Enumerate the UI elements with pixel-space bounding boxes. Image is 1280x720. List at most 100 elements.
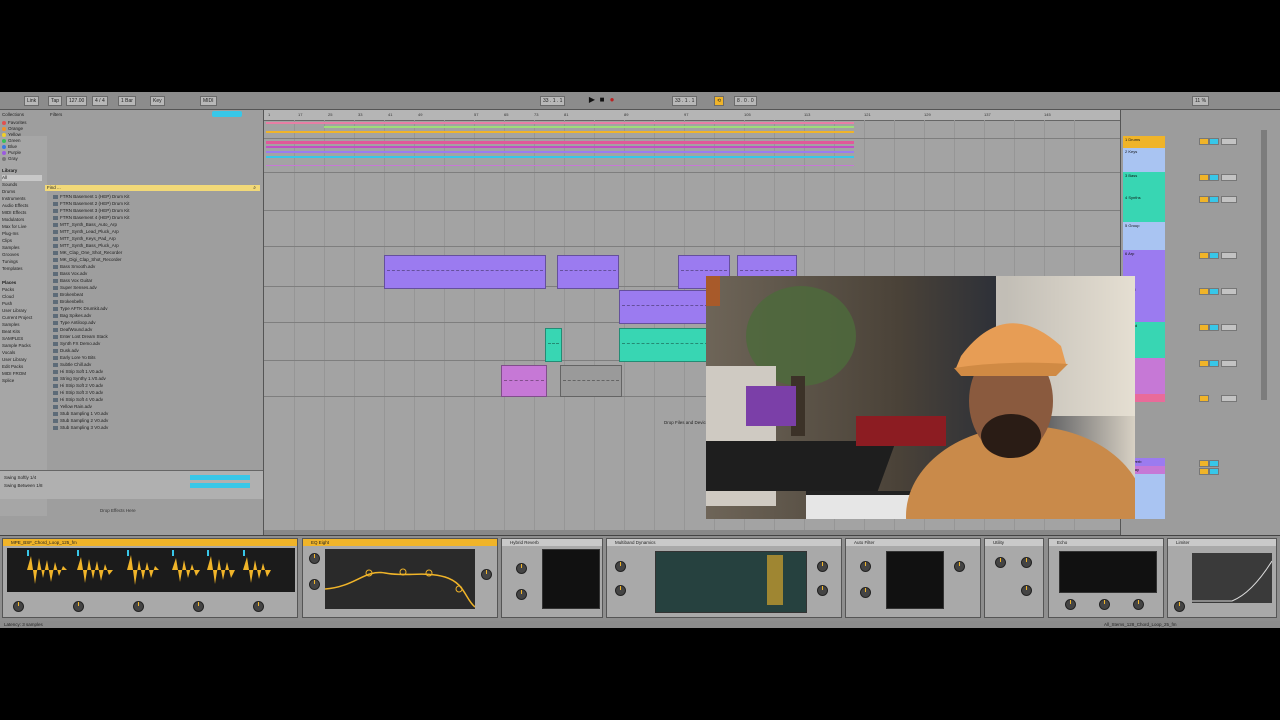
tempo-field[interactable]: 127.00 <box>66 96 88 106</box>
groove-row[interactable]: Swing Softly 1/4 <box>4 475 36 480</box>
list-item[interactable]: Bag Spikes.adv <box>53 313 91 319</box>
list-item[interactable]: Bass Smooth.adv <box>53 264 95 270</box>
dry-wet-knob[interactable] <box>1133 599 1144 610</box>
track-activator[interactable] <box>1199 196 1209 203</box>
list-item[interactable]: Bass Vox.adv <box>53 271 87 277</box>
auto-tags-toggle[interactable] <box>212 111 242 117</box>
track-activator[interactable] <box>1199 324 1209 331</box>
attack-knob[interactable] <box>193 601 204 612</box>
list-item[interactable]: FTRN Basement 1 (HEP) Drum Kit <box>53 194 130 200</box>
sidebar-item-packs[interactable]: Packs <box>2 287 14 293</box>
sidebar-item-splice[interactable]: Splice <box>2 378 14 384</box>
sidebar-item-edit-packs[interactable]: Edit Packs <box>2 364 23 370</box>
midi-clip[interactable] <box>384 255 546 289</box>
feedback-knob[interactable] <box>1065 599 1076 610</box>
list-item[interactable]: Stub Sampling 1 V0.adv <box>53 411 108 417</box>
solo-button[interactable] <box>1209 360 1219 367</box>
list-item[interactable]: Subtle Chill.adv <box>53 362 91 368</box>
list-item[interactable]: DeafWound.adv <box>53 327 92 333</box>
clip-strip[interactable] <box>266 131 854 133</box>
audio-clip[interactable] <box>545 328 562 362</box>
delay-knob[interactable] <box>1099 599 1110 610</box>
ceiling-knob[interactable] <box>1174 601 1185 612</box>
clip-strip[interactable] <box>266 151 854 153</box>
loop-toggle[interactable]: ⟲ <box>714 96 725 106</box>
list-item[interactable]: MTT_Synth_Bass_Pluck_Arp <box>53 243 119 249</box>
list-item[interactable]: MTT_Synth_Lead_Pluck_Arp <box>53 229 119 235</box>
sidebar-item-current-project[interactable]: Current Project <box>2 315 32 321</box>
loop-start-field[interactable]: 33 . 1 . 1 <box>672 96 698 106</box>
volume-field[interactable] <box>1221 174 1237 181</box>
device-title[interactable]: Hybrid Reverb <box>502 539 602 546</box>
audio-clip[interactable] <box>619 328 711 362</box>
sidebar-item-user-library-2[interactable]: User Library <box>2 357 27 363</box>
volume-field[interactable] <box>1221 138 1237 145</box>
list-item[interactable]: FTRN Basement 2 (HEP) Drum Kit <box>53 201 130 207</box>
release-knob[interactable] <box>253 601 264 612</box>
clip-strip[interactable] <box>266 165 854 166</box>
sidebar-item-grooves[interactable]: Grooves <box>2 252 19 258</box>
groove-amount-slider[interactable] <box>190 483 250 488</box>
device-title[interactable]: Limiter <box>1168 539 1276 546</box>
utility-device[interactable]: Utility <box>984 538 1044 618</box>
transpose-knob[interactable] <box>73 601 84 612</box>
sidebar-item-audio-effects[interactable]: Audio Effects <box>2 203 28 209</box>
sidebar-item-drums[interactable]: Drums <box>2 189 15 195</box>
search-icon[interactable]: ⌕ <box>253 185 256 191</box>
frequency-knob[interactable] <box>309 553 320 564</box>
device-title[interactable]: Multiband Dynamics <box>607 539 841 546</box>
list-item[interactable]: Stub Sampling 3 V0.adv <box>53 425 108 431</box>
track-header[interactable]: 1 Drums <box>1123 136 1165 148</box>
solo-button[interactable] <box>1209 138 1219 145</box>
sidebar-item-gray[interactable]: Gray <box>2 156 18 162</box>
gain-knob[interactable] <box>309 579 320 590</box>
decay-knob[interactable] <box>516 563 527 574</box>
sidebar-item-vocals[interactable]: Vocals <box>2 350 15 356</box>
list-item[interactable]: FTRN Basement 3 (HEP) Drum Kit <box>53 208 130 214</box>
list-item[interactable]: MK_Digi_Clap_Shot_Recorder <box>53 257 122 263</box>
track-header[interactable]: 2 Keys <box>1123 148 1165 172</box>
filter-knob[interactable] <box>133 601 144 612</box>
audio-clip[interactable] <box>560 365 622 397</box>
volume-field[interactable] <box>1221 324 1237 331</box>
tap-button[interactable]: Tap <box>48 96 63 106</box>
list-item[interactable]: Dusk.adv <box>53 348 79 354</box>
sidebar-item-cloud[interactable]: Cloud <box>2 294 14 300</box>
band-threshold-bar[interactable] <box>767 555 783 605</box>
solo-button[interactable] <box>1209 252 1219 259</box>
list-item[interactable]: FTRN Basement 4 (HEP) Drum Kit <box>53 215 130 221</box>
sidebar-item-sample-packs[interactable]: Sample Packs <box>2 343 31 349</box>
track-activator[interactable] <box>1199 288 1209 295</box>
list-item[interactable]: Brokenbeat <box>53 292 83 298</box>
width-knob[interactable] <box>995 557 1006 568</box>
list-item[interactable]: Hi Strip Soft 3 V0.adv <box>53 390 103 396</box>
solo-button[interactable] <box>1209 468 1219 475</box>
track-header[interactable]: 4 Synths <box>1123 194 1165 222</box>
clip-strip[interactable] <box>324 126 854 128</box>
track-activator[interactable] <box>1199 460 1209 467</box>
device-title[interactable]: Auto Filter <box>846 539 980 546</box>
track-activator[interactable] <box>1199 360 1209 367</box>
list-item[interactable]: Enter Lost Dream Stack <box>53 334 108 340</box>
list-item[interactable]: Super Senses.adv <box>53 285 97 291</box>
clip-strip[interactable] <box>266 146 854 148</box>
solo-button[interactable] <box>1209 460 1219 467</box>
solo-button[interactable] <box>1209 324 1219 331</box>
sidebar-item-beat-kits[interactable]: Beat Kits <box>2 329 20 335</box>
echo-device[interactable]: Echo <box>1048 538 1164 618</box>
solo-button[interactable] <box>1209 288 1219 295</box>
auto-filter-device[interactable]: Auto Filter <box>845 538 981 618</box>
loop-length-field[interactable]: 8 . 0 . 0 <box>734 96 757 106</box>
solo-button[interactable] <box>1209 174 1219 181</box>
timeline-ruler[interactable]: 1 17 25 33 41 49 57 65 73 81 89 97 105 1… <box>264 110 1120 121</box>
groove-amount-slider[interactable] <box>190 475 250 480</box>
list-item[interactable]: Stub Sampling 2 V0.adv <box>53 418 108 424</box>
sidebar-item-plugins[interactable]: Plug-Ins <box>2 231 19 237</box>
midi-clip[interactable] <box>557 255 619 289</box>
track-header[interactable]: 3 Bass <box>1123 172 1165 194</box>
midi-clip[interactable] <box>619 290 711 324</box>
sidebar-item-templates[interactable]: Templates <box>2 266 23 272</box>
sample-waveform[interactable] <box>7 548 295 592</box>
sidebar-item-clips[interactable]: Clips <box>2 238 12 244</box>
clip-strip[interactable] <box>266 122 854 124</box>
